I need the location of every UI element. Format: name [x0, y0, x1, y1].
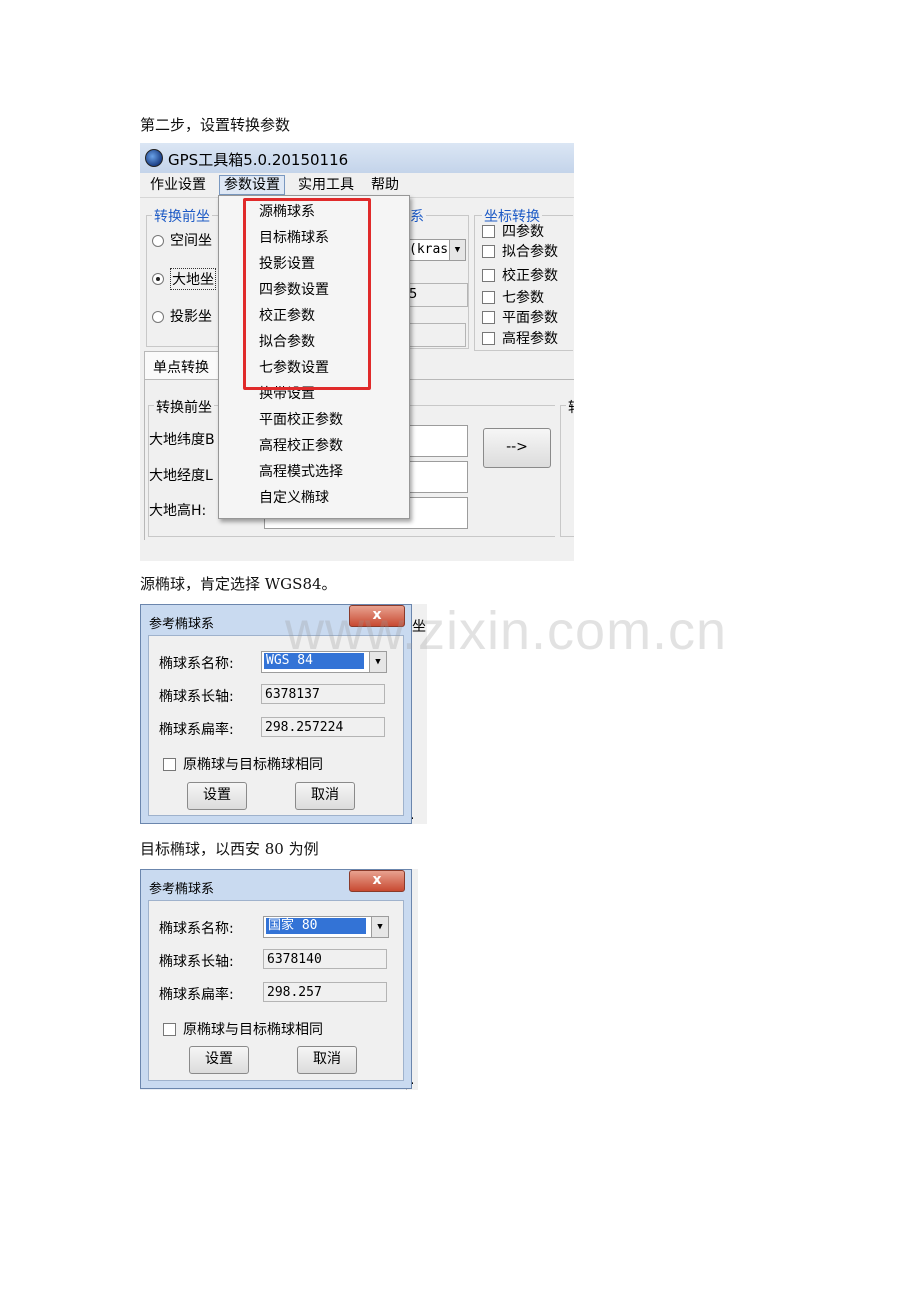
- flattening-label: 椭球系扁率:: [159, 722, 234, 738]
- tab-single-point[interactable]: 单点转换: [144, 351, 226, 380]
- convert-arrow-label: -->: [506, 439, 528, 455]
- set-button-label: 设置: [205, 1051, 233, 1067]
- convert-arrow-button[interactable]: -->: [483, 428, 551, 468]
- target-ellipsoid-paragraph: 目标椭球，以西安 80 为例: [140, 840, 319, 858]
- close-icon: x: [372, 872, 382, 888]
- same-ellipsoid-checkbox[interactable]: [163, 758, 176, 771]
- ellipsoid-name-label: 椭球系名称:: [159, 921, 234, 937]
- site-watermark: www.zixin.com.cn: [285, 601, 728, 661]
- flattening-field: 298.257: [263, 982, 387, 1002]
- menu-utilities[interactable]: 实用工具: [294, 176, 358, 194]
- flattening-field: 298.257224: [261, 717, 385, 737]
- dialog-body: 椭球系名称: WGS 84 ▼ 椭球系长轴: 6378137 椭球系扁率: 29…: [148, 635, 404, 816]
- ellipsoid-name-value: 国家 80: [266, 918, 366, 934]
- red-highlight-box: [243, 198, 371, 390]
- radio-projection-label: 投影坐: [170, 309, 212, 325]
- radio-space-coords[interactable]: [152, 235, 164, 247]
- longitude-label: 大地经度L: [149, 468, 213, 484]
- tab-single-point-label: 单点转换: [153, 360, 209, 376]
- checkbox-four-params[interactable]: [482, 225, 495, 238]
- checkbox-plane-params-label: 平面参数: [502, 310, 558, 326]
- mid-field-2: [406, 323, 466, 347]
- cancel-button-label: 取消: [311, 787, 339, 803]
- checkbox-fit-params-label: 拟合参数: [502, 244, 558, 260]
- gps-toolbox-screenshot: GPS工具箱5.0.20150116 作业设置 参数设置 实用工具 帮助 转换前…: [140, 143, 574, 561]
- flattening-value: 298.257224: [265, 720, 344, 735]
- chevron-down-icon: ▼: [449, 240, 465, 260]
- checkbox-height-params-label: 高程参数: [502, 331, 558, 347]
- menuitem-height-mode-select[interactable]: 高程模式选择: [259, 462, 343, 482]
- parameter-settings-dropdown: 源椭球系 目标椭球系 投影设置 四参数设置 校正参数 拟合参数 七参数设置 换带…: [218, 195, 410, 519]
- same-ellipsoid-label: 原椭球与目标椭球相同: [183, 757, 323, 773]
- semi-major-axis-field: 6378137: [261, 684, 385, 704]
- checkbox-seven-params-label: 七参数: [502, 290, 544, 306]
- step2-paragraph: 第二步，设置转换参数: [140, 116, 291, 134]
- same-ellipsoid-checkbox[interactable]: [163, 1023, 176, 1036]
- lower-right-group-label: 转: [566, 397, 574, 417]
- menuitem-custom-ellipsoid[interactable]: 自定义椭球: [259, 488, 329, 508]
- cancel-button[interactable]: 取消: [297, 1046, 357, 1074]
- app-logo-icon: [145, 149, 163, 167]
- ellipsoid-name-select[interactable]: 国家 80 ▼: [263, 916, 389, 938]
- flattening-value: 298.257: [267, 985, 322, 1000]
- mid-group-label: 系: [408, 206, 426, 226]
- chevron-down-icon: ▼: [371, 917, 388, 937]
- set-button-label: 设置: [203, 787, 231, 803]
- checkbox-correction-params[interactable]: [482, 269, 495, 282]
- flattening-label: 椭球系扁率:: [159, 987, 234, 1003]
- radio-projection-coords[interactable]: [152, 311, 164, 323]
- checkbox-four-params-label: 四参数: [502, 224, 544, 240]
- menu-help[interactable]: 帮助: [367, 176, 403, 194]
- source-ellipsoid-paragraph: 源椭球，肯定选择 WGS84。: [140, 575, 337, 593]
- app-title: GPS工具箱5.0.20150116: [168, 151, 349, 169]
- dialog-title: 参考椭球系: [149, 617, 215, 632]
- latitude-label: 大地纬度B: [149, 432, 215, 448]
- cancel-button-label: 取消: [313, 1051, 341, 1067]
- target-ellipsoid-screenshot: 3. 参考椭球系 x 椭球系名称: 国家 80 ▼ 椭球系长轴: 6378140…: [140, 869, 418, 1090]
- semi-major-axis-field: 6378140: [263, 949, 387, 969]
- radio-space-label: 空间坐: [170, 233, 212, 249]
- lower-right-group: [560, 405, 574, 537]
- semi-major-axis-label: 椭球系长轴:: [159, 689, 234, 705]
- ellipsoid-combo-text: (kras: [409, 242, 449, 257]
- app-titlebar: GPS工具箱5.0.20150116: [140, 143, 574, 173]
- checkbox-fit-params[interactable]: [482, 245, 495, 258]
- semi-major-axis-label: 椭球系长轴:: [159, 954, 234, 970]
- menuitem-height-correction-params[interactable]: 高程校正参数: [259, 436, 343, 456]
- close-button[interactable]: x: [349, 870, 405, 892]
- checkbox-height-params[interactable]: [482, 332, 495, 345]
- pre-transform-group-label: 转换前坐: [152, 206, 212, 226]
- same-ellipsoid-label: 原椭球与目标椭球相同: [183, 1022, 323, 1038]
- radio-geodetic-label: 大地坐: [170, 268, 216, 290]
- semi-major-axis-value: 6378137: [265, 687, 320, 702]
- ellipsoid-combo[interactable]: (kras ▼: [406, 239, 466, 261]
- set-button[interactable]: 设置: [187, 782, 247, 810]
- checkbox-plane-params[interactable]: [482, 311, 495, 324]
- ellipsoid-name-label: 椭球系名称:: [159, 656, 234, 672]
- height-label: 大地高H:: [149, 503, 207, 519]
- checkbox-correction-params-label: 校正参数: [502, 268, 558, 284]
- lower-group-label: 转换前坐: [154, 397, 214, 417]
- menu-job-settings[interactable]: 作业设置: [146, 176, 210, 194]
- mid-field-1-text: 5: [409, 287, 418, 302]
- radio-geodetic-coords[interactable]: [152, 273, 164, 285]
- reference-ellipsoid-dialog: 参考椭球系 x 椭球系名称: 国家 80 ▼ 椭球系长轴: 6378140 椭球…: [140, 869, 412, 1089]
- checkbox-seven-params[interactable]: [482, 291, 495, 304]
- cancel-button[interactable]: 取消: [295, 782, 355, 810]
- dialog-title: 参考椭球系: [149, 882, 215, 897]
- dialog-body: 椭球系名称: 国家 80 ▼ 椭球系长轴: 6378140 椭球系扁率: 298…: [148, 900, 404, 1081]
- set-button[interactable]: 设置: [189, 1046, 249, 1074]
- menuitem-plane-correction-params[interactable]: 平面校正参数: [259, 410, 343, 430]
- mid-field-1: 5: [406, 283, 468, 307]
- semi-major-axis-value: 6378140: [267, 952, 322, 967]
- menu-parameter-settings[interactable]: 参数设置: [219, 175, 285, 195]
